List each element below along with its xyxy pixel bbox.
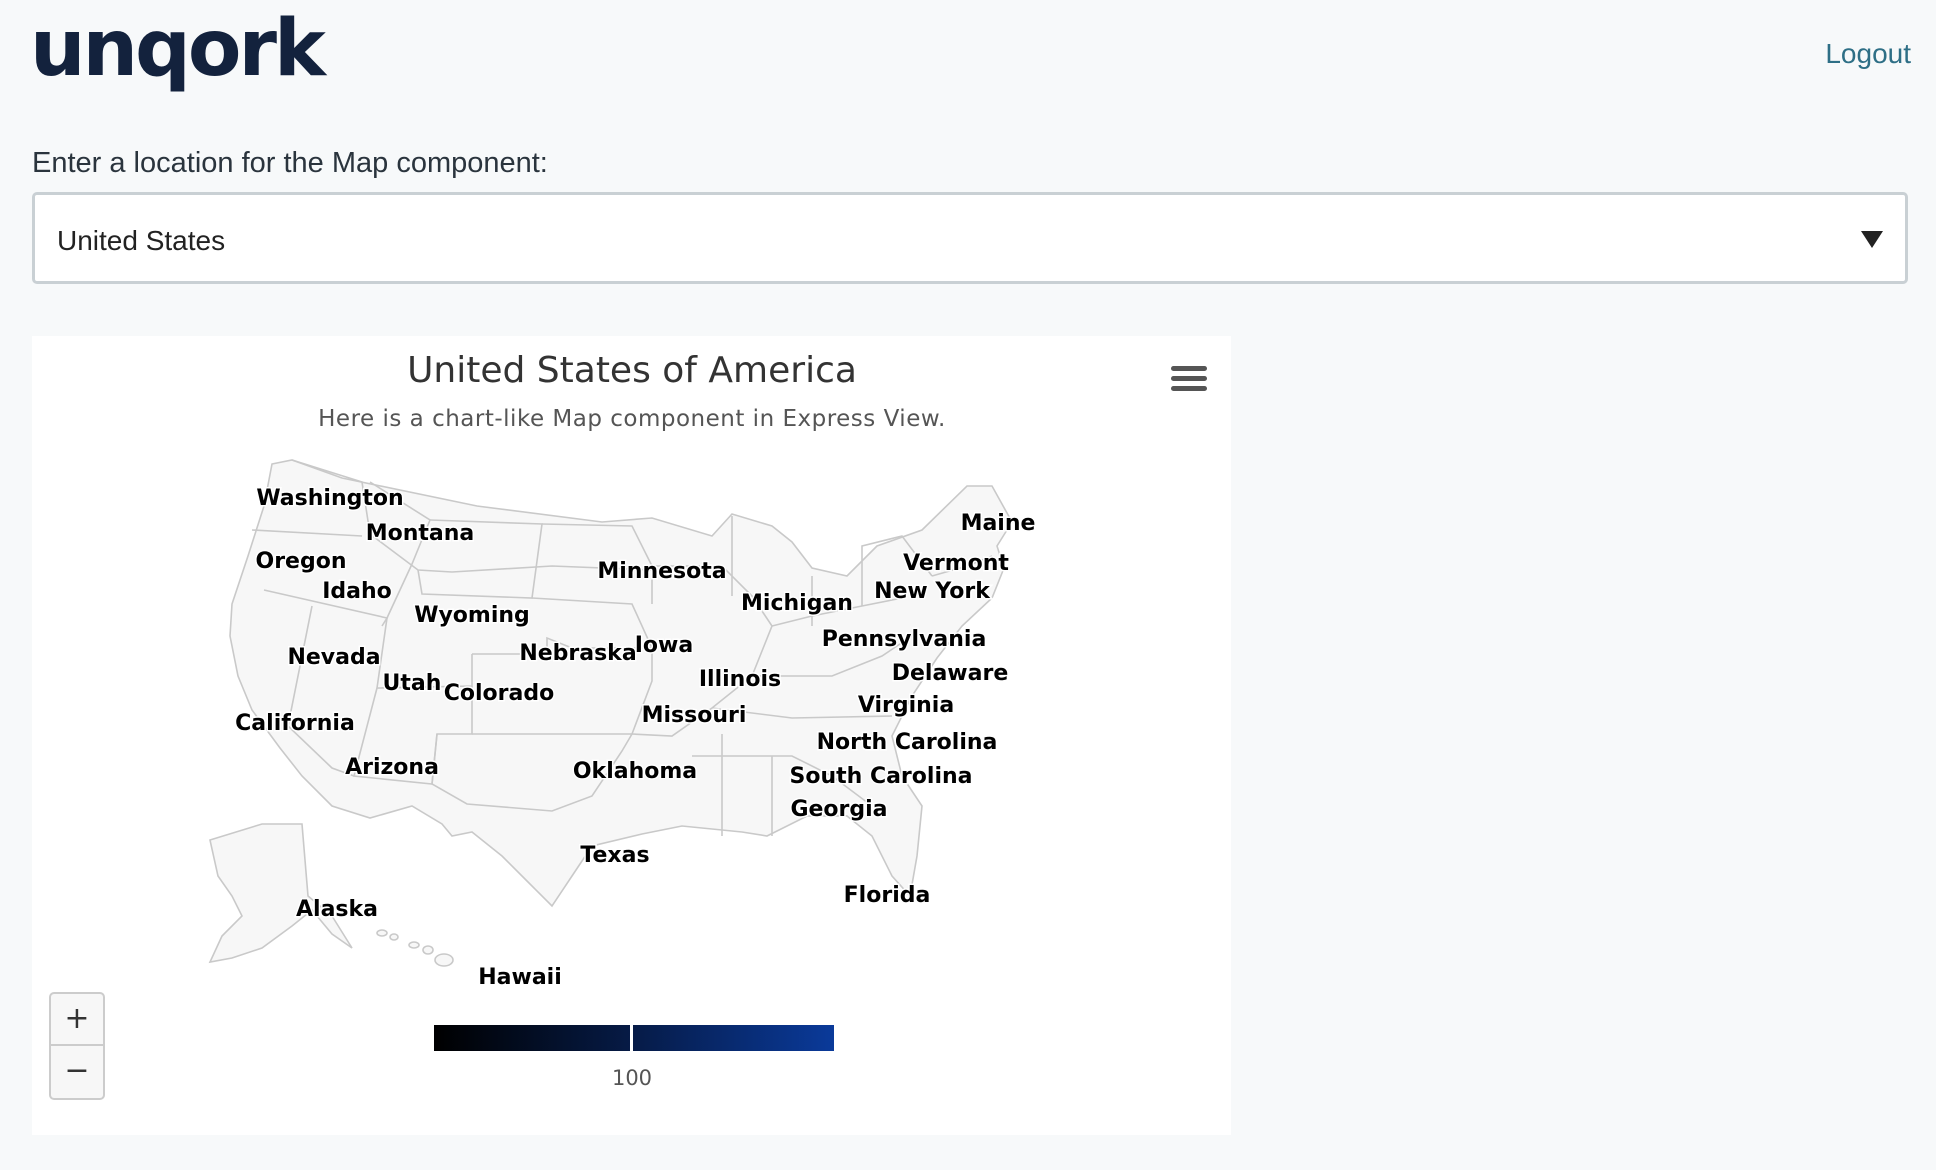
state-label-florida: Florida	[844, 883, 931, 908]
state-label-montana: Montana	[366, 521, 475, 546]
zoom-out-button[interactable]: −	[49, 1046, 105, 1100]
state-label-vermont: Vermont	[903, 551, 1009, 576]
state-label-idaho: Idaho	[322, 579, 392, 604]
state-label-alaska: Alaska	[296, 897, 378, 922]
state-label-arizona: Arizona	[345, 755, 439, 780]
state-label-new-york: New York	[874, 579, 991, 604]
state-label-hawaii: Hawaii	[478, 965, 562, 990]
hawaii-shape[interactable]	[376, 929, 454, 967]
state-label-delaware: Delaware	[892, 661, 1009, 686]
state-label-maine: Maine	[961, 511, 1036, 536]
state-label-colorado: Colorado	[444, 681, 554, 706]
map-title: United States of America	[407, 350, 857, 391]
state-label-nevada: Nevada	[287, 645, 380, 670]
legend-marker	[630, 1022, 633, 1052]
state-label-michigan: Michigan	[741, 591, 853, 616]
state-label-wyoming: Wyoming	[414, 603, 530, 628]
map-subtitle: Here is a chart-like Map component in Ex…	[318, 406, 946, 432]
location-field-label: Enter a location for the Map component:	[32, 147, 548, 179]
color-legend-bar	[434, 1025, 834, 1051]
state-label-pennsylvania: Pennsylvania	[822, 627, 987, 652]
location-select[interactable]: United States	[32, 192, 1908, 284]
unqork-logo: unqork	[30, 4, 326, 94]
state-label-washington: Washington	[256, 486, 403, 511]
state-label-california: California	[235, 711, 355, 736]
state-label-illinois: Illinois	[699, 667, 781, 692]
zoom-in-button[interactable]: +	[49, 992, 105, 1046]
state-label-utah: Utah	[383, 671, 442, 696]
chevron-down-icon[interactable]	[1861, 231, 1883, 248]
state-label-oregon: Oregon	[256, 549, 347, 574]
state-label-north-carolina: North Carolina	[817, 730, 998, 755]
location-select-value: United States	[57, 225, 226, 256]
state-label-minnesota: Minnesota	[597, 559, 726, 584]
state-label-texas: Texas	[580, 843, 649, 868]
state-label-iowa: Iowa	[635, 633, 693, 658]
state-label-virginia: Virginia	[858, 693, 954, 718]
state-label-oklahoma: Oklahoma	[573, 759, 697, 784]
state-label-south-carolina: South Carolina	[789, 764, 972, 789]
hamburger-menu-icon[interactable]	[1171, 366, 1207, 396]
us-map[interactable]: Washington Oregon Montana Idaho Wyoming …	[32, 336, 1231, 1135]
logout-link[interactable]: Logout	[1825, 38, 1911, 70]
state-label-georgia: Georgia	[790, 797, 887, 822]
legend-label: 100	[611, 1066, 653, 1090]
alaska-shape[interactable]	[208, 823, 353, 964]
state-label-missouri: Missouri	[642, 703, 747, 728]
map-component: Washington Oregon Montana Idaho Wyoming …	[32, 336, 1231, 1135]
state-label-nebraska: Nebraska	[519, 641, 636, 666]
